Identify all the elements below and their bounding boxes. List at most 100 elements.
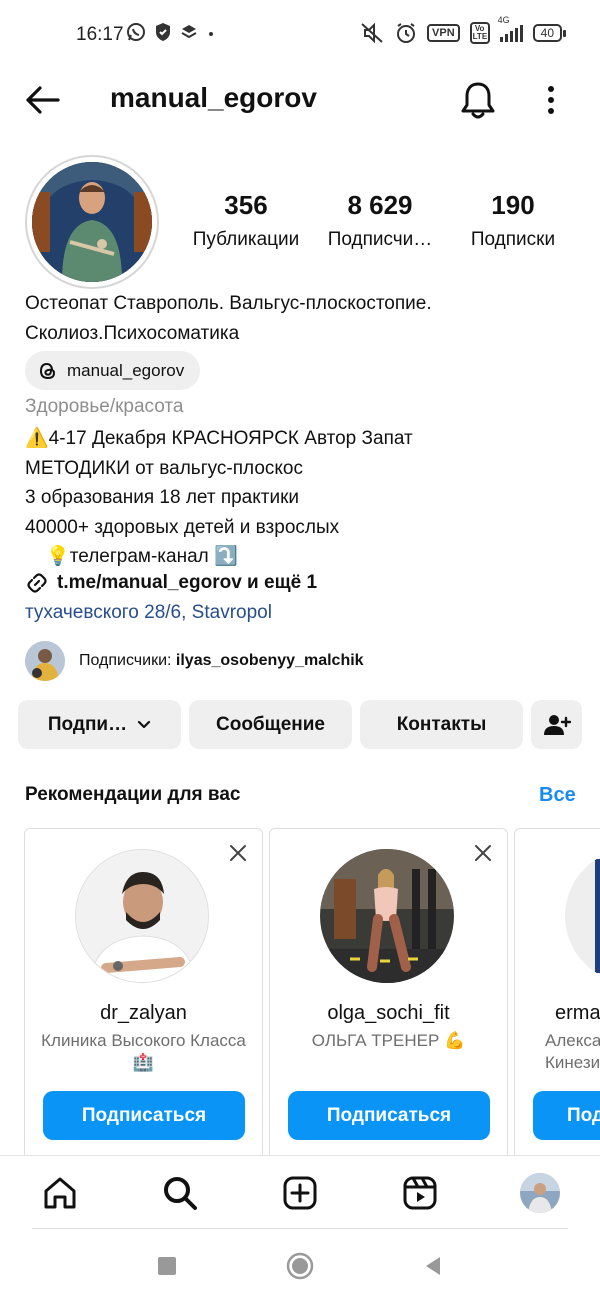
stat-posts[interactable]: 356 Публикации: [184, 190, 308, 251]
back-button[interactable]: [22, 80, 64, 120]
search-icon: [164, 1177, 197, 1210]
recent-apps-button[interactable]: [153, 1252, 181, 1280]
stat-followers[interactable]: 8 629 Подписчи…: [322, 190, 438, 251]
followed-by-row[interactable]: Подписчики: ilyas_osobenyy_malchik: [25, 641, 364, 681]
close-icon: [230, 845, 246, 861]
close-icon: [475, 845, 491, 861]
bottom-navigation: [0, 1155, 600, 1231]
profile-name-line: Остеопат Ставрополь. Вальгус-плоскостопи…: [25, 293, 432, 314]
dismiss-button[interactable]: [228, 843, 248, 863]
following-label: Подпи…: [47, 713, 128, 735]
following-count: 190: [491, 190, 535, 220]
follow-button[interactable]: Под: [533, 1091, 600, 1140]
recommendation-avatar[interactable]: [75, 849, 209, 983]
followers-count: 8 629: [347, 190, 413, 220]
create-icon: [283, 1176, 317, 1210]
home-system-button[interactable]: [286, 1252, 314, 1280]
alarm-icon: [397, 23, 416, 43]
status-right-icons: VPN Vo LTE 4G 40: [359, 15, 567, 44]
bio-line: МЕТОДИКИ от вальгус-плоскос: [25, 457, 303, 479]
profile-name-line: Сколиоз.Психосоматика: [25, 323, 240, 344]
notifications-button[interactable]: [458, 78, 498, 122]
recommendation-card[interactable]: dr_zalyan Клиника Высокого Класса🏥 Подпи…: [24, 828, 263, 1168]
bell-icon: [461, 82, 495, 119]
following-label: Подписки: [470, 229, 556, 250]
profile-avatar: [520, 1173, 560, 1213]
reels-icon: [403, 1176, 437, 1210]
recommendation-username: erma: [555, 1002, 600, 1024]
add-user-icon: [543, 714, 571, 735]
bio-line: 💡телеграм-канал ⤵️: [25, 546, 238, 567]
chevron-down-icon: [138, 720, 151, 728]
recommendation-username: olga_sochi_fit: [327, 1002, 450, 1024]
recommendation-card[interactable]: erma Алекса | Кинези Под: [514, 828, 600, 1168]
recommendation-description: Клиника Высокого Класса🏥: [41, 1031, 246, 1072]
divider: [32, 1228, 568, 1229]
recommendation-avatar[interactable]: [565, 849, 600, 983]
nav-profile[interactable]: [520, 1173, 560, 1213]
recommendation-description: ОЛЬГА ТРЕНЕР 💪: [311, 1031, 466, 1050]
contacts-label: Контакты: [396, 713, 487, 735]
recommendations-title: Рекомендации для вас: [25, 784, 241, 805]
nav-create[interactable]: [280, 1173, 320, 1213]
dismiss-button[interactable]: [473, 843, 493, 863]
followers-label: Подписчи…: [327, 229, 433, 250]
profile-bio: ⚠️4-17 Декабря КРАСНОЯРСК Автор Запат МЕ…: [25, 424, 585, 572]
followed-by-text: Подписчики: ilyas_osobenyy_malchik: [79, 652, 364, 669]
recommendation-avatar[interactable]: [320, 849, 454, 983]
suggest-users-button[interactable]: [531, 700, 582, 749]
message-button[interactable]: Сообщение: [189, 700, 352, 749]
bio-line: 40000+ здоровых детей и взрослых: [25, 516, 340, 538]
profile-address-link[interactable]: тухачевского 28/6, Stavropol: [25, 602, 272, 624]
back-system-button[interactable]: [419, 1252, 447, 1280]
triangle-back-icon: [426, 1257, 440, 1275]
more-options-button[interactable]: [538, 80, 564, 120]
vpn-badge: VPN: [427, 24, 460, 42]
profile-avatar[interactable]: [25, 155, 159, 289]
posts-count: 356: [224, 190, 268, 220]
follow-button[interactable]: Подписаться: [288, 1091, 490, 1140]
whatsapp-icon: [127, 23, 145, 41]
status-bar: 16:17 VPN Vo LTE 4G 40: [0, 0, 600, 70]
threads-badge[interactable]: manual_egorov: [25, 351, 201, 390]
profile-header: manual_egorov: [0, 70, 600, 130]
posts-label: Публикации: [192, 229, 300, 250]
stat-following[interactable]: 190 Подписки: [460, 190, 566, 251]
nav-reels[interactable]: [400, 1173, 440, 1213]
recommendation-username: dr_zalyan: [100, 1002, 187, 1024]
shield-icon: [156, 23, 170, 41]
profile-category: Здоровье/красота: [25, 396, 184, 417]
threads-icon: [39, 362, 56, 379]
nav-search[interactable]: [160, 1173, 200, 1213]
battery-icon: 40: [532, 24, 567, 42]
followed-by-avatar: [25, 641, 65, 681]
home-icon: [44, 1177, 76, 1209]
dot-icon: [209, 32, 213, 36]
bio-line: 3 образования 18 лет практики: [25, 487, 300, 508]
profile-link[interactable]: t.me/manual_egorov и ещё 1: [25, 571, 317, 595]
profile-name: Остеопат Ставрополь. Вальгус-плоскостопи…: [25, 289, 575, 349]
signal-4g-icon: 4G: [498, 15, 523, 42]
profile-link-text: t.me/manual_egorov и ещё 1: [57, 572, 318, 593]
recommendation-description: Алекса | Кинези: [545, 1031, 600, 1072]
profile-photo: [32, 162, 152, 282]
message-label: Сообщение: [216, 713, 325, 735]
circle-icon: [286, 1252, 314, 1280]
contacts-button[interactable]: Контакты: [360, 700, 523, 749]
follow-button[interactable]: Подписаться: [43, 1091, 245, 1140]
followed-by-username: ilyas_osobenyy_malchik: [175, 652, 364, 669]
more-vertical-icon: [548, 86, 554, 114]
link-icon: [27, 573, 47, 593]
nav-home[interactable]: [40, 1173, 80, 1213]
bio-line: ⚠️4-17 Декабря КРАСНОЯРСК Автор Запат: [25, 428, 413, 449]
layers-icon: [181, 25, 197, 39]
page-title: manual_egorov: [110, 82, 317, 113]
system-navigation-bar: [0, 1232, 600, 1299]
following-dropdown-button[interactable]: Подпи…: [18, 700, 181, 749]
status-time: 16:17: [76, 24, 124, 45]
see-all-link[interactable]: Все: [539, 784, 576, 807]
arrow-left-icon: [26, 86, 60, 114]
status-left-icons: [126, 22, 216, 42]
recommendation-card[interactable]: olga_sochi_fit ОЛЬГА ТРЕНЕР 💪 Подписатьс…: [269, 828, 508, 1168]
volte-badge: Vo LTE: [469, 22, 490, 44]
